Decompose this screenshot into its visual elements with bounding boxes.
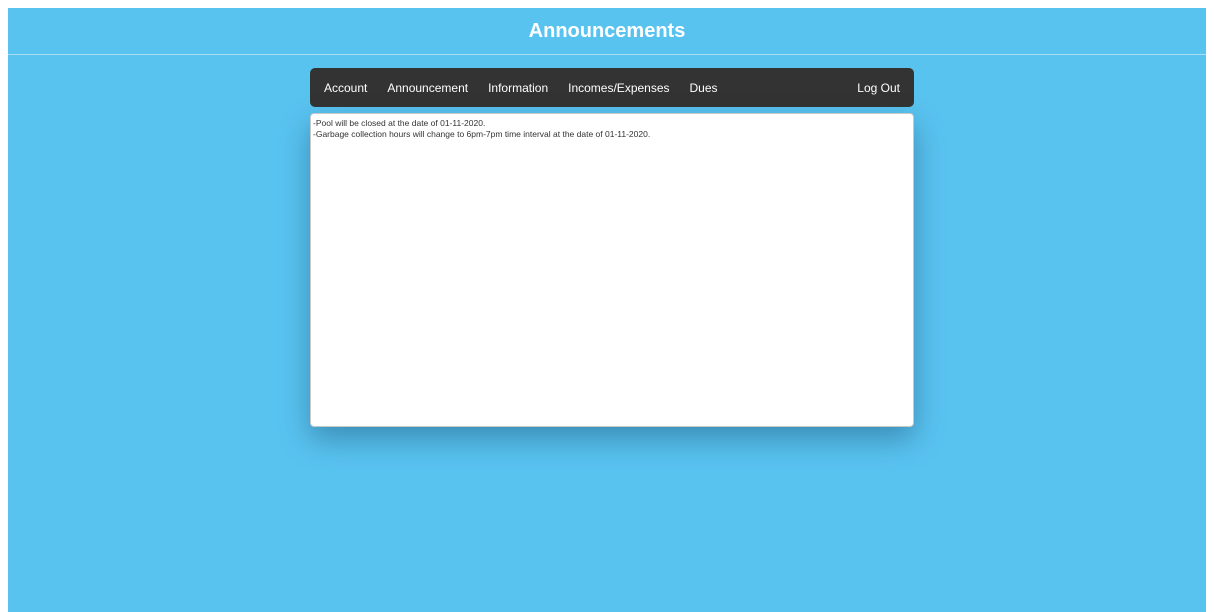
- announcement-line: -Pool will be closed at the date of 01-1…: [313, 118, 486, 128]
- app-background: Announcements Account Announcement Infor…: [8, 8, 1206, 612]
- announcement-line: -Garbage collection hours will change to…: [313, 129, 651, 139]
- nav-item-dues[interactable]: Dues: [690, 81, 718, 95]
- page-header: Announcements: [8, 8, 1206, 55]
- nav-item-information[interactable]: Information: [488, 81, 548, 95]
- top-navbar: Account Announcement Information Incomes…: [310, 68, 914, 107]
- logout-link[interactable]: Log Out: [857, 81, 900, 95]
- announcements-textarea[interactable]: -Pool will be closed at the date of 01-1…: [310, 113, 914, 427]
- nav-item-announcement[interactable]: Announcement: [387, 81, 468, 95]
- page-title: Announcements: [528, 19, 686, 42]
- nav-item-incomes-expenses[interactable]: Incomes/Expenses: [568, 81, 669, 95]
- nav-item-account[interactable]: Account: [324, 81, 367, 95]
